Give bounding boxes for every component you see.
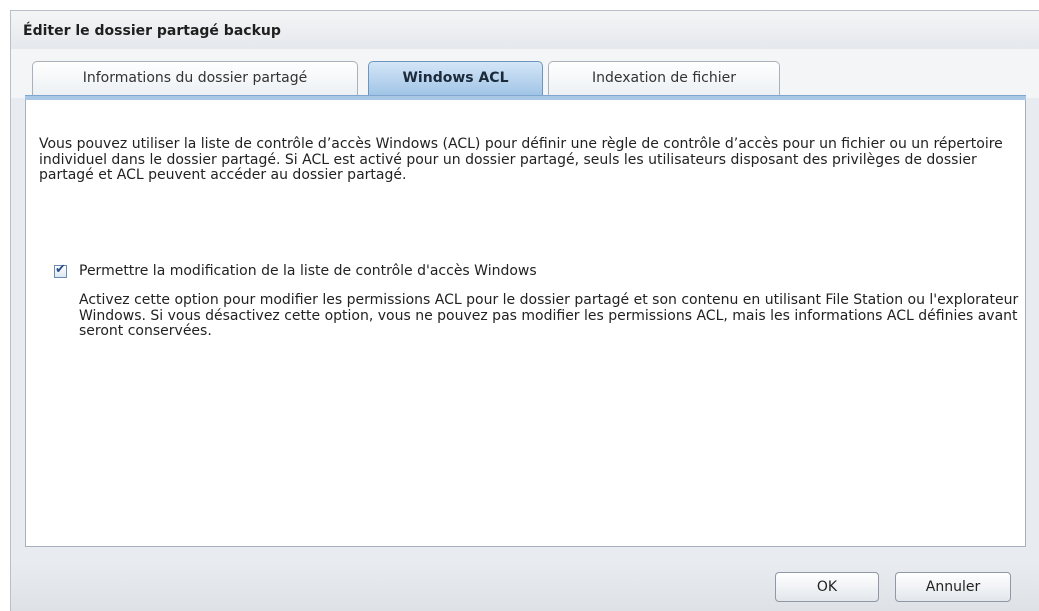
- dialog-footer: OK Annuler: [11, 559, 1039, 611]
- tab-shared-folder-info[interactable]: Informations du dossier partagé: [32, 61, 358, 95]
- cancel-button[interactable]: Annuler: [895, 572, 1011, 602]
- enable-acl-checkbox[interactable]: ✔: [54, 262, 67, 278]
- tab-content-panel: Vous pouvez utiliser la liste de contrôl…: [25, 100, 1026, 547]
- acl-description: Vous pouvez utiliser la liste de contrôl…: [39, 136, 1003, 183]
- checkmark-icon: ✔: [55, 262, 66, 277]
- acl-option-description: Activez cette option pour modifier les p…: [79, 292, 1019, 339]
- tab-bar: Informations du dossier partagé Windows …: [11, 49, 1039, 98]
- dialog-title: Éditer le dossier partagé backup: [23, 23, 281, 39]
- dialog-title-bar[interactable]: Éditer le dossier partagé backup: [11, 11, 1039, 50]
- tab-windows-acl[interactable]: Windows ACL: [368, 61, 543, 96]
- edit-shared-folder-dialog: Éditer le dossier partagé backup Informa…: [10, 10, 1039, 611]
- ok-button[interactable]: OK: [775, 572, 879, 602]
- tab-file-indexing[interactable]: Indexation de fichier: [548, 61, 780, 95]
- enable-acl-label[interactable]: Permettre la modification de la liste de…: [79, 263, 537, 279]
